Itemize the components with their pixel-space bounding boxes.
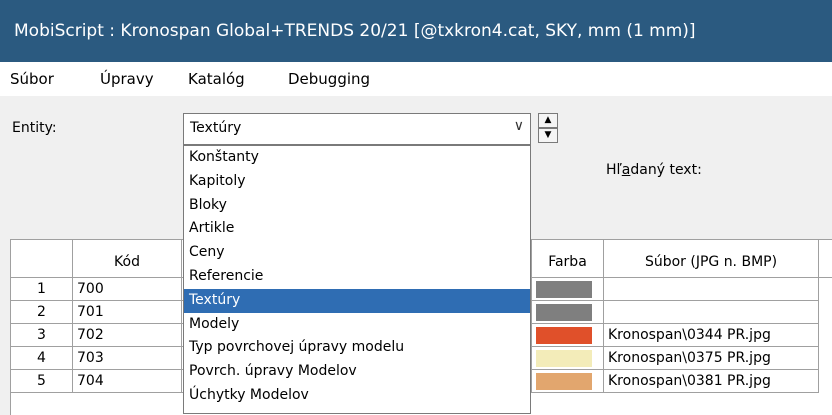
search-label: Hľadaný text: bbox=[606, 162, 702, 178]
menu-item-katalog[interactable]: Katalóg bbox=[188, 70, 245, 88]
menu-item-debugging[interactable]: Debugging bbox=[288, 70, 370, 88]
cell-farba[interactable] bbox=[532, 301, 604, 324]
header-subor[interactable]: Súbor (JPG n. BMP) bbox=[604, 240, 819, 278]
menu-item-subor[interactable]: Súbor bbox=[10, 70, 54, 88]
row-number: 4 bbox=[11, 347, 73, 370]
row-number: 5 bbox=[11, 370, 73, 393]
entity-select[interactable]: Textúry ∨ bbox=[183, 113, 531, 145]
dropdown-option-bloky[interactable]: Bloky bbox=[184, 194, 530, 218]
dropdown-option-ceny[interactable]: Ceny bbox=[184, 241, 530, 265]
dropdown-option-referencie[interactable]: Referencie bbox=[184, 265, 530, 289]
cell-subor[interactable]: Kronospan\0381 PR.jpg bbox=[604, 370, 819, 393]
dropdown-option-kapitoly[interactable]: Kapitoly bbox=[184, 170, 530, 194]
header-rownum bbox=[11, 240, 73, 278]
header-kod[interactable]: Kód bbox=[73, 240, 182, 278]
dropdown-option-modely[interactable]: Modely bbox=[184, 313, 530, 337]
color-swatch bbox=[536, 304, 592, 321]
entity-selected-value: Textúry bbox=[190, 120, 242, 136]
dropdown-option-artikle[interactable]: Artikle bbox=[184, 217, 530, 241]
cell-kod[interactable]: 701 bbox=[73, 301, 182, 324]
color-swatch bbox=[536, 373, 592, 390]
color-swatch bbox=[536, 281, 592, 298]
entity-dropdown-list[interactable]: Konštanty Kapitoly Bloky Artikle Ceny Re… bbox=[183, 145, 531, 414]
row-number: 3 bbox=[11, 324, 73, 347]
cell-subor[interactable] bbox=[604, 278, 819, 301]
dropdown-option-uchytky[interactable]: Úchytky Modelov bbox=[184, 384, 530, 408]
cell-farba[interactable] bbox=[532, 347, 604, 370]
header-extra bbox=[819, 240, 832, 278]
row-number: 2 bbox=[11, 301, 73, 324]
chevron-down-icon[interactable]: ∨ bbox=[514, 118, 524, 134]
color-swatch bbox=[536, 350, 592, 367]
window-title: MobiScript : Kronospan Global+TRENDS 20/… bbox=[0, 0, 832, 62]
dropdown-option-konstanty[interactable]: Konštanty bbox=[184, 146, 530, 170]
cell-subor[interactable]: Kronospan\0375 PR.jpg bbox=[604, 347, 819, 370]
cell-kod[interactable]: 704 bbox=[73, 370, 182, 393]
cell-kod[interactable]: 702 bbox=[73, 324, 182, 347]
cell-kod[interactable]: 700 bbox=[73, 278, 182, 301]
menu-bar: Súbor Úpravy Katalóg Debugging bbox=[0, 62, 832, 96]
cell-subor[interactable] bbox=[604, 301, 819, 324]
spin-up-icon[interactable]: ▲ bbox=[538, 113, 558, 128]
cell-farba[interactable] bbox=[532, 324, 604, 347]
cell-kod[interactable]: 703 bbox=[73, 347, 182, 370]
menu-item-upravy[interactable]: Úpravy bbox=[100, 70, 154, 88]
color-swatch bbox=[536, 327, 592, 344]
header-farba[interactable]: Farba bbox=[532, 240, 604, 278]
dropdown-option-povrch-upravy[interactable]: Povrch. úpravy Modelov bbox=[184, 360, 530, 384]
dropdown-option-textury[interactable]: Textúry bbox=[184, 288, 530, 313]
spin-down-icon[interactable]: ▼ bbox=[538, 128, 558, 143]
dropdown-option-typ-povrchovej-upravy[interactable]: Typ povrchovej úpravy modelu bbox=[184, 336, 530, 360]
cell-farba[interactable] bbox=[532, 278, 604, 301]
spin-control[interactable]: ▲ ▼ bbox=[538, 113, 558, 145]
entity-label: Entity: bbox=[12, 120, 57, 136]
cell-subor[interactable]: Kronospan\0344 PR.jpg bbox=[604, 324, 819, 347]
cell-farba[interactable] bbox=[532, 370, 604, 393]
row-number: 1 bbox=[11, 278, 73, 301]
